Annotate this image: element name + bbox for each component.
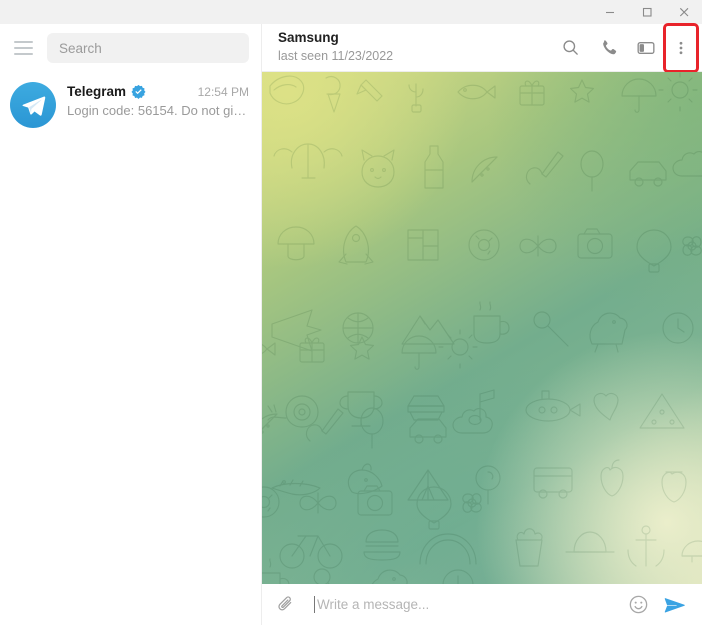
emoji-icon[interactable] [622, 589, 654, 621]
more-menu-icon[interactable] [663, 22, 699, 73]
phone-icon[interactable] [590, 30, 626, 66]
hamburger-menu-icon[interactable] [10, 35, 36, 61]
message-composer: Write a message... [262, 584, 702, 625]
attach-icon[interactable] [270, 589, 302, 621]
verified-badge-icon [131, 84, 146, 99]
search-placeholder: Search [59, 40, 102, 56]
chat-background-pattern [262, 72, 702, 584]
chat-message-area [262, 72, 702, 584]
chat-preview: Login code: 56154. Do not giv... [67, 103, 249, 118]
title-bar [0, 0, 702, 24]
panel-icon[interactable] [628, 30, 664, 66]
chat-header-info[interactable]: Samsung last seen 11/23/2022 [278, 30, 552, 64]
text-caret [314, 596, 315, 613]
sidebar-toolbar: Search [0, 24, 261, 72]
send-button[interactable] [658, 589, 692, 621]
sidebar: Search Telegram 12:54 PM Login code: 561… [0, 24, 262, 625]
list-item[interactable]: Telegram 12:54 PM Login code: 56154. Do … [0, 72, 261, 138]
message-input[interactable]: Write a message... [306, 589, 618, 621]
close-button[interactable] [665, 0, 702, 24]
peer-status: last seen 11/23/2022 [278, 49, 394, 64]
chat-list: Telegram 12:54 PM Login code: 56154. Do … [0, 72, 261, 625]
avatar [10, 82, 56, 128]
chat-title: Telegram [67, 84, 127, 99]
search-input[interactable]: Search [47, 33, 249, 63]
maximize-button[interactable] [628, 0, 665, 24]
minimize-button[interactable] [591, 0, 628, 24]
chat-header: Samsung last seen 11/23/2022 [262, 22, 702, 73]
chat-timestamp: 12:54 PM [197, 84, 249, 99]
chat-header-actions [552, 22, 699, 73]
peer-name: Samsung [278, 30, 339, 46]
search-icon[interactable] [552, 30, 588, 66]
list-item-content: Telegram 12:54 PM Login code: 56154. Do … [67, 82, 249, 118]
list-item-header: Telegram 12:54 PM [67, 84, 249, 99]
main-split: Search Telegram 12:54 PM Login code: 561… [0, 22, 702, 625]
message-placeholder: Write a message... [317, 597, 430, 612]
telegram-plane-icon [21, 95, 45, 116]
telegram-window: Search Telegram 12:54 PM Login code: 561… [0, 0, 702, 625]
chat-panel: Samsung last seen 11/23/2022 Write a mes… [262, 22, 702, 625]
